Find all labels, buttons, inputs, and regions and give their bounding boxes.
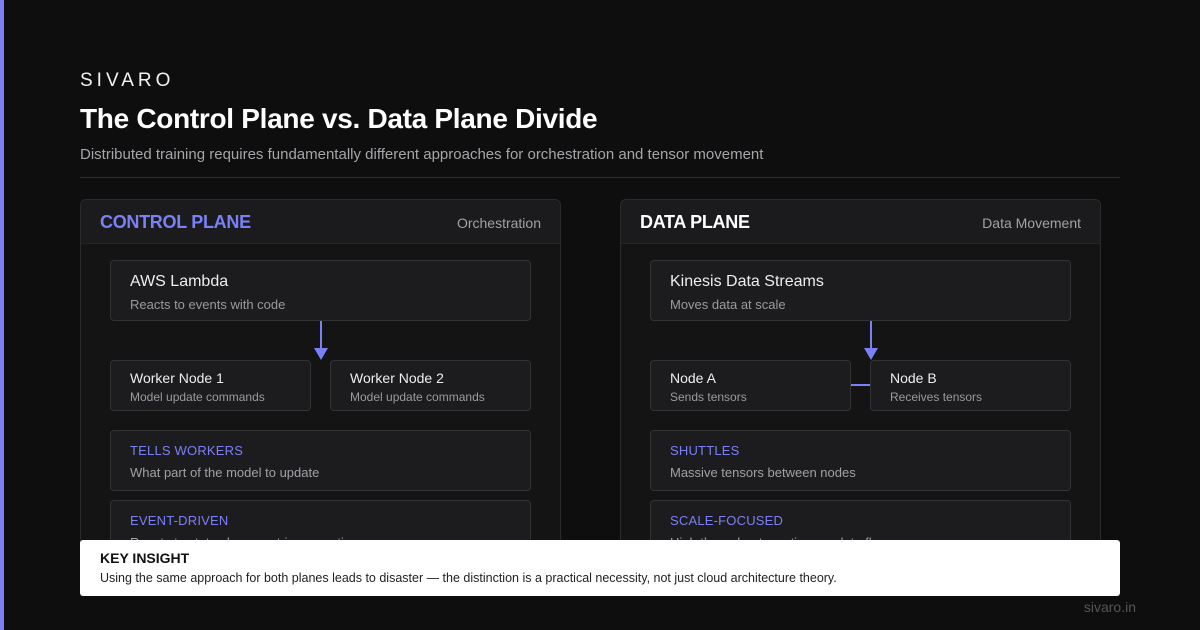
tells-workers-card: TELLS WORKERS What part of the model to … xyxy=(110,430,531,491)
brand-wordmark: SIVARO xyxy=(80,70,175,91)
node-b-box: Node B Receives tensors xyxy=(870,360,1071,411)
scale-focused-label: SCALE-FOCUSED xyxy=(670,513,784,528)
key-insight-text: Using the same approach for both planes … xyxy=(100,571,837,585)
shuttles-text: Massive tensors between nodes xyxy=(670,465,856,480)
worker-node-2-title: Worker Node 2 xyxy=(350,370,444,386)
down-arrow-icon xyxy=(864,321,878,360)
tells-workers-label: TELLS WORKERS xyxy=(130,443,244,458)
node-b-title: Node B xyxy=(890,370,937,386)
header-divider xyxy=(80,177,1120,178)
accent-bar xyxy=(0,0,4,630)
worker-node-1-title: Worker Node 1 xyxy=(130,370,224,386)
kinesis-box: Kinesis Data Streams Moves data at scale xyxy=(650,260,1071,321)
aws-lambda-title: AWS Lambda xyxy=(130,273,229,290)
node-a-sub: Sends tensors xyxy=(670,390,747,404)
node-b-sub: Receives tensors xyxy=(890,390,983,404)
data-plane-title: DATA PLANE xyxy=(640,212,750,232)
key-insight-box: KEY INSIGHT Using the same approach for … xyxy=(80,540,1120,596)
worker-node-2-sub: Model update commands xyxy=(350,390,485,404)
shuttles-card: SHUTTLES Massive tensors between nodes xyxy=(650,430,1071,491)
tells-workers-text: What part of the model to update xyxy=(130,465,320,480)
data-plane-panel: DATA PLANE Data Movement Kinesis Data St… xyxy=(620,199,1101,559)
control-plane-header: CONTROL PLANE Orchestration xyxy=(81,200,560,244)
node-a-box: Node A Sends tensors xyxy=(650,360,851,411)
key-insight-label: KEY INSIGHT xyxy=(100,550,190,566)
worker-node-2-box: Worker Node 2 Model update commands xyxy=(330,360,531,411)
control-plane-tag: Orchestration xyxy=(456,215,541,231)
worker-node-1-sub: Model update commands xyxy=(130,390,265,404)
kinesis-sub: Moves data at scale xyxy=(670,297,786,312)
footer-url: sivaro.in xyxy=(1083,599,1136,615)
aws-lambda-box: AWS Lambda Reacts to events with code xyxy=(110,260,531,321)
page-title: The Control Plane vs. Data Plane Divide xyxy=(80,103,598,134)
page-subtitle: Distributed training requires fundamenta… xyxy=(80,146,764,163)
node-a-title: Node A xyxy=(670,370,716,386)
worker-node-1-box: Worker Node 1 Model update commands xyxy=(110,360,311,411)
control-plane-panel: CONTROL PLANE Orchestration AWS Lambda R… xyxy=(80,199,561,559)
down-arrow-icon xyxy=(314,321,328,360)
event-driven-label: EVENT-DRIVEN xyxy=(130,513,229,528)
control-plane-title: CONTROL PLANE xyxy=(100,212,251,232)
data-plane-header: DATA PLANE Data Movement xyxy=(621,200,1100,244)
shuttles-label: SHUTTLES xyxy=(670,443,740,458)
aws-lambda-sub: Reacts to events with code xyxy=(130,297,286,312)
kinesis-title: Kinesis Data Streams xyxy=(670,273,824,290)
data-plane-tag: Data Movement xyxy=(982,215,1081,231)
